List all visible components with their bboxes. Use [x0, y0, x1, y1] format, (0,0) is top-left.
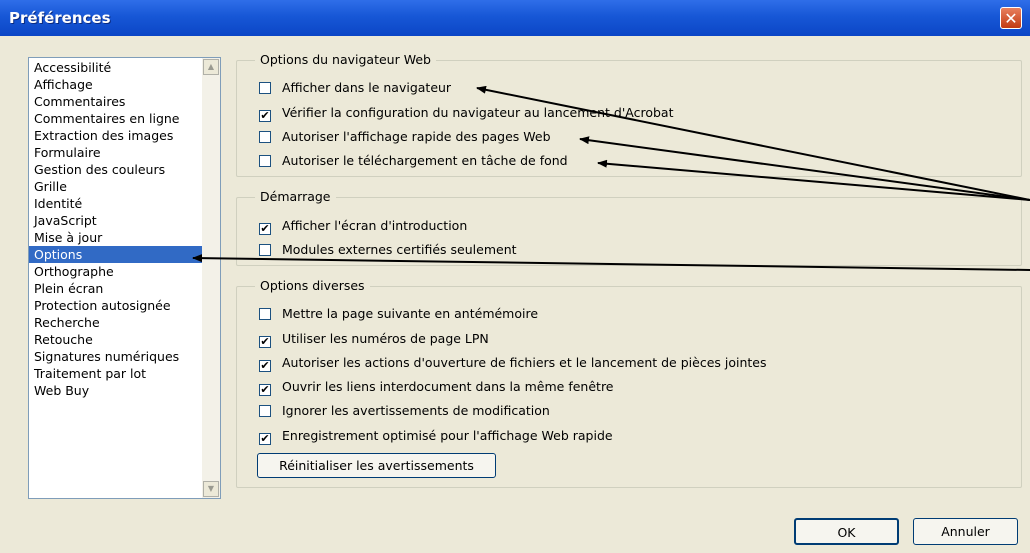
arrow-browser-display [476, 85, 1030, 201]
arrow-background-download [597, 159, 1030, 201]
annotation-arrows [192, 85, 1030, 271]
arrow-options-category [192, 254, 1030, 271]
arrow-fast-web-view [579, 136, 1030, 201]
preferences-dialog: Préférences ✕ Accessibilité Affichage Comm… [0, 0, 1030, 553]
